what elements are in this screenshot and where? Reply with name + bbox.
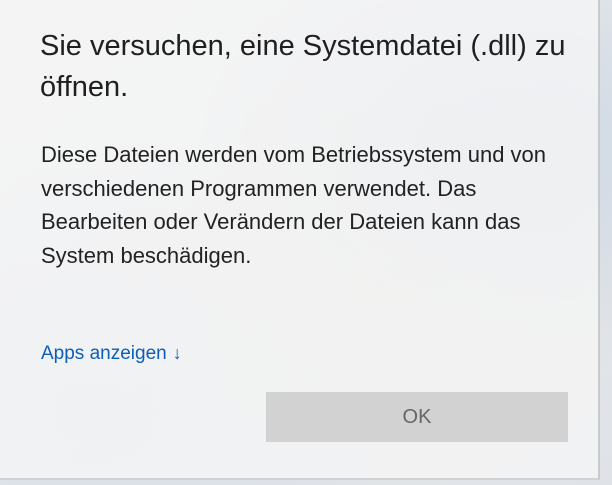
dialog-message: Diese Dateien werden vom Betriebssystem … — [41, 142, 547, 268]
show-apps-link-label: Apps anzeigen — [41, 343, 167, 364]
dialog-title: Sie versuchen, eine Systemdatei (.dll) z… — [40, 30, 566, 103]
system-file-warning-dialog: Sie versuchen, eine Systemdatei (.dll) z… — [0, 0, 600, 480]
arrow-down-icon: ↓ — [172, 343, 182, 363]
show-apps-link[interactable]: Apps anzeigen ↓ — [41, 343, 182, 365]
ok-button[interactable]: OK — [266, 392, 568, 442]
